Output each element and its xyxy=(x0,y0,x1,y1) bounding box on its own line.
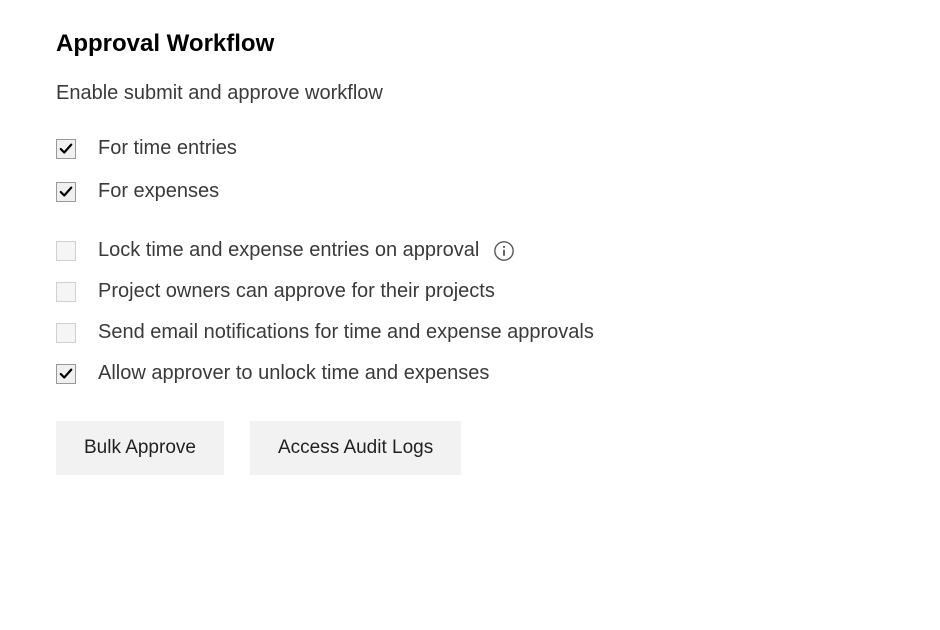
section-subtitle: Enable submit and approve workflow xyxy=(56,82,884,105)
check-icon xyxy=(59,185,73,199)
checkbox-email-notifications[interactable] xyxy=(56,323,76,343)
access-audit-logs-button[interactable]: Access Audit Logs xyxy=(250,421,461,475)
checkbox-allow-unlock[interactable] xyxy=(56,364,76,384)
checkbox-project-owners[interactable] xyxy=(56,282,76,302)
option-label: For time entries xyxy=(98,137,237,160)
option-label: Allow approver to unlock time and expens… xyxy=(98,362,489,385)
check-icon xyxy=(59,142,73,156)
option-label: Lock time and expense entries on approva… xyxy=(98,239,479,262)
button-row: Bulk Approve Access Audit Logs xyxy=(56,421,884,475)
option-row-allow-unlock: Allow approver to unlock time and expens… xyxy=(56,362,884,385)
option-row-expenses: For expenses xyxy=(56,180,884,203)
option-label: Send email notifications for time and ex… xyxy=(98,321,594,344)
option-row-lock-entries: Lock time and expense entries on approva… xyxy=(56,239,884,262)
option-label: Project owners can approve for their pro… xyxy=(98,280,495,303)
option-row-email-notifications: Send email notifications for time and ex… xyxy=(56,321,884,344)
options-group-2: Lock time and expense entries on approva… xyxy=(56,239,884,385)
bulk-approve-button[interactable]: Bulk Approve xyxy=(56,421,224,475)
check-icon xyxy=(59,367,73,381)
option-row-project-owners: Project owners can approve for their pro… xyxy=(56,280,884,303)
section-title: Approval Workflow xyxy=(56,30,884,58)
checkbox-expenses[interactable] xyxy=(56,182,76,202)
option-label: For expenses xyxy=(98,180,219,203)
info-icon[interactable] xyxy=(493,240,515,262)
options-group-1: For time entries For expenses xyxy=(56,137,884,203)
checkbox-lock-entries[interactable] xyxy=(56,241,76,261)
option-row-time-entries: For time entries xyxy=(56,137,884,160)
checkbox-time-entries[interactable] xyxy=(56,139,76,159)
